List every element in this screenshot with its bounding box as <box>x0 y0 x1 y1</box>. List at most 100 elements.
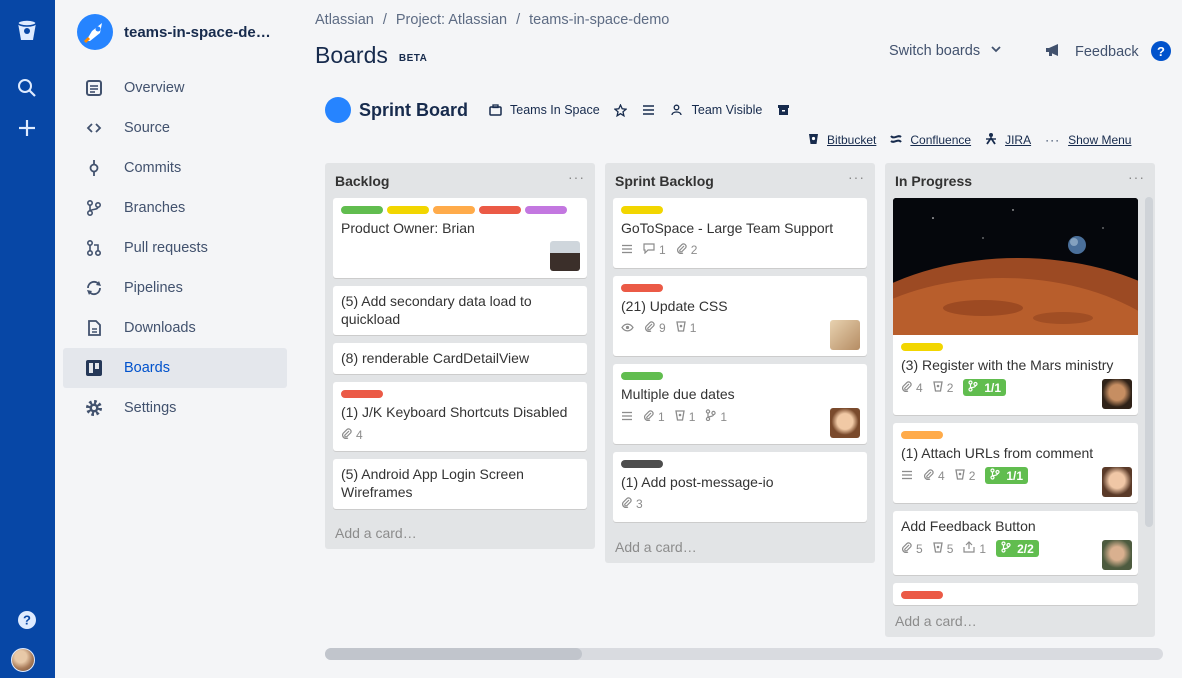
member-avatar[interactable] <box>550 241 580 271</box>
sidebar-item-boards[interactable]: Boards <box>63 348 287 388</box>
list-title[interactable]: Backlog <box>335 173 389 189</box>
global-navigation: ? <box>0 0 55 678</box>
help-button[interactable]: ? <box>1151 41 1171 61</box>
member-avatar[interactable] <box>1102 540 1132 570</box>
board-header: Sprint Board Teams In Space Team Visible <box>325 97 804 123</box>
sidebar-item-label: Downloads <box>124 320 196 336</box>
card[interactable]: (21) Update CSS 9 1 <box>613 276 867 356</box>
member-avatar[interactable] <box>830 408 860 438</box>
bitbucket-count: 2 <box>968 468 976 483</box>
help-icon[interactable]: ? <box>9 602 45 638</box>
switch-boards-dropdown[interactable]: Switch boards <box>889 43 1002 59</box>
card[interactable]: Add Feedback Button 5 5 1 2/2 <box>893 511 1138 575</box>
board-name[interactable]: Sprint Board <box>359 100 468 121</box>
sidebar-item-pipelines[interactable]: Pipelines <box>63 268 287 308</box>
switch-boards-label: Switch boards <box>889 43 981 59</box>
powerup-jira[interactable]: JIRA <box>985 132 1031 148</box>
powerups-bar: Bitbucket Confluence JIRA ··· Show Menu <box>808 132 1145 148</box>
create-plus-icon[interactable] <box>9 110 45 146</box>
list-vertical-scrollbar[interactable] <box>1145 197 1153 527</box>
pull-request-icon <box>1001 541 1011 556</box>
attachment-count: 2 <box>690 243 698 257</box>
board-logo-icon <box>325 97 351 123</box>
breadcrumb-link[interactable]: Project: Atlassian <box>396 12 507 28</box>
card-labels <box>901 591 943 599</box>
scrollbar-thumb[interactable] <box>325 648 582 660</box>
member-avatar[interactable] <box>1102 467 1132 497</box>
card-badges: 1 2 <box>621 243 697 257</box>
attachment-badge: 4 <box>923 469 945 483</box>
star-board-button[interactable] <box>614 103 628 117</box>
show-menu-button[interactable]: ··· Show Menu <box>1045 132 1131 148</box>
member-avatar[interactable] <box>830 320 860 350</box>
sidebar-item-source[interactable]: Source <box>63 108 287 148</box>
attachment-count: 4 <box>938 468 945 483</box>
card[interactable]: (1) J/K Keyboard Shortcuts Disabled 4 <box>333 382 587 451</box>
breadcrumb-link[interactable]: Atlassian <box>315 12 374 28</box>
beta-badge: BETA <box>395 52 431 65</box>
label-orange <box>901 431 943 439</box>
card-badges: 4 2 1/1 <box>901 467 1029 484</box>
search-icon[interactable] <box>9 70 45 106</box>
card[interactable] <box>893 583 1138 605</box>
sidebar-item-downloads[interactable]: Downloads <box>63 308 287 348</box>
sidebar-item-settings[interactable]: Settings <box>63 388 287 428</box>
board-description-button[interactable] <box>642 103 656 117</box>
branch-icon <box>705 409 717 424</box>
breadcrumb-separator: / <box>382 12 387 28</box>
board-horizontal-scrollbar[interactable] <box>325 648 1163 660</box>
member-avatar[interactable] <box>1102 379 1132 409</box>
team-icon <box>670 103 684 117</box>
board-team-button[interactable]: Teams In Space <box>488 103 600 117</box>
card-title: Multiple due dates <box>621 386 735 402</box>
card[interactable]: (8) renderable CardDetailView <box>333 343 587 374</box>
sidebar-item-label: Boards <box>124 360 170 376</box>
add-card-button[interactable]: Add a card… <box>895 613 977 629</box>
list-title[interactable]: In Progress <box>895 173 972 189</box>
card[interactable]: Product Owner: Brian <box>333 198 587 278</box>
attachment-badge: 3 <box>621 497 643 511</box>
card[interactable]: (1) Add post-message-io 3 <box>613 452 867 522</box>
sidebar-item-commits[interactable]: Commits <box>63 148 287 188</box>
sidebar-item-overview[interactable]: Overview <box>63 68 287 108</box>
card[interactable]: (3) Register with the Mars ministry 4 2 … <box>893 198 1138 415</box>
powerup-bitbucket[interactable]: Bitbucket <box>808 132 876 148</box>
list-menu-button[interactable]: ··· <box>848 169 865 185</box>
feedback-button[interactable]: Feedback <box>1045 43 1139 61</box>
repository-header[interactable]: teams-in-space-demo <box>77 14 274 50</box>
card[interactable]: (1) Attach URLs from comment 4 2 1/1 <box>893 423 1138 503</box>
user-avatar[interactable] <box>11 648 35 672</box>
list-sprint-backlog: Sprint Backlog ··· GoToSpace - Large Tea… <box>605 163 875 563</box>
sidebar-item-pull-requests[interactable]: Pull requests <box>63 228 287 268</box>
card-badges: 3 <box>621 497 643 511</box>
label-green <box>621 372 663 380</box>
pull-request-count: 1/1 <box>984 380 1002 395</box>
powerup-confluence[interactable]: Confluence <box>890 132 971 148</box>
pipelines-icon <box>84 278 104 298</box>
page-title: Boards BETA <box>315 42 431 69</box>
breadcrumb: Atlassian / Project: Atlassian / teams-i… <box>315 12 669 28</box>
add-card-button[interactable]: Add a card… <box>615 539 697 555</box>
card-title: GoToSpace - Large Team Support <box>621 220 834 236</box>
archive-button[interactable] <box>776 103 790 117</box>
description-badge <box>901 469 913 483</box>
bitbucket-logo-icon[interactable] <box>9 13 45 49</box>
card[interactable]: (5) Android App Login Screen Wireframes <box>333 459 587 509</box>
list-menu-button[interactable]: ··· <box>568 169 585 185</box>
bitbucket-icon <box>808 133 819 148</box>
powerup-label: JIRA <box>1005 133 1032 147</box>
card-labels <box>621 460 663 468</box>
list-menu-button[interactable]: ··· <box>1128 169 1145 185</box>
card[interactable]: Multiple due dates 1 1 1 <box>613 364 867 444</box>
comment-icon <box>643 243 655 257</box>
list-title[interactable]: Sprint Backlog <box>615 173 714 189</box>
add-card-button[interactable]: Add a card… <box>335 525 417 541</box>
pull-request-icon <box>84 238 104 258</box>
sidebar-item-branches[interactable]: Branches <box>63 188 287 228</box>
card-labels <box>341 206 567 214</box>
label-red <box>341 390 383 398</box>
card[interactable]: (5) Add secondary data load to quickload <box>333 286 587 335</box>
breadcrumb-link[interactable]: teams-in-space-demo <box>529 12 669 28</box>
card[interactable]: GoToSpace - Large Team Support 1 2 <box>613 198 867 268</box>
board-visibility-button[interactable]: Team Visible <box>670 103 762 117</box>
